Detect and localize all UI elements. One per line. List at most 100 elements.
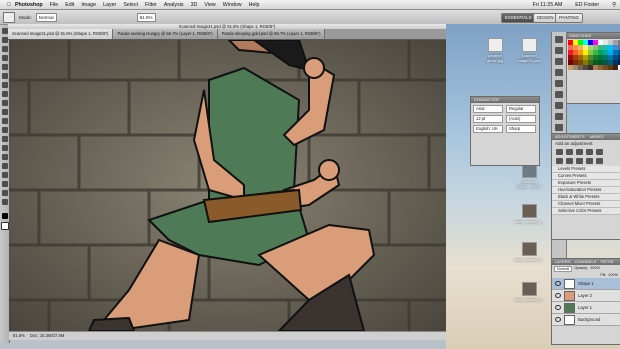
history-brush-tool-icon[interactable] bbox=[1, 109, 8, 115]
brightness-icon[interactable] bbox=[556, 149, 563, 155]
brushes-icon[interactable] bbox=[555, 91, 563, 98]
blend-mode-select[interactable]: Normal bbox=[554, 266, 573, 272]
color-icon[interactable] bbox=[555, 58, 563, 65]
menu-window[interactable]: Window bbox=[223, 2, 242, 8]
preset-item[interactable]: Hue/Saturation Presets bbox=[552, 187, 620, 194]
tab-channels[interactable]: CHANNELS bbox=[575, 259, 597, 264]
layer-row[interactable]: Layer 2 bbox=[552, 290, 620, 302]
tab-layers[interactable]: LAYERS bbox=[555, 259, 571, 264]
desktop-icon[interactable]: crime_scene_4... bbox=[514, 204, 544, 224]
stamp-tool-icon[interactable] bbox=[1, 100, 8, 106]
layer-row[interactable]: Layer 1 bbox=[552, 302, 620, 314]
hue-saturation-icon[interactable] bbox=[556, 158, 563, 164]
preset-item[interactable]: Curves Presets bbox=[552, 173, 620, 180]
foreground-color-icon[interactable] bbox=[1, 213, 8, 219]
preset-item[interactable]: Channel Mixer Presets bbox=[552, 201, 620, 208]
type-tool-icon[interactable] bbox=[1, 163, 8, 169]
crop-tool-icon[interactable] bbox=[1, 64, 8, 70]
menu-view[interactable]: View bbox=[204, 2, 215, 8]
brush-tool-icon[interactable] bbox=[1, 91, 8, 97]
eyedropper-tool-icon[interactable] bbox=[1, 73, 8, 79]
curves-icon[interactable] bbox=[576, 149, 583, 155]
workspace-essentials-button[interactable]: ESSENTIALS bbox=[501, 13, 536, 23]
spotlight-icon[interactable]: ⚲ bbox=[612, 2, 616, 8]
healing-tool-icon[interactable] bbox=[1, 82, 8, 88]
tab-panda-hungry[interactable]: Panda seeking Hungry @ 66.7% (Layer 1, R… bbox=[113, 29, 218, 39]
desktop-icon[interactable]: Photo on 2013-... 09:17 bbox=[514, 164, 544, 189]
tool-preset-icon[interactable] bbox=[3, 11, 15, 23]
eraser-tool-icon[interactable] bbox=[1, 118, 8, 124]
photo-filter-icon[interactable] bbox=[586, 158, 593, 164]
swatches-tab[interactable]: SWATCHES bbox=[566, 33, 620, 39]
clock[interactable]: Fri 11:25 AM bbox=[533, 2, 563, 8]
lasso-tool-icon[interactable] bbox=[1, 46, 8, 52]
user-name[interactable]: ED Foster bbox=[575, 2, 599, 8]
path-select-tool-icon[interactable] bbox=[1, 172, 8, 178]
paragraph-icon[interactable] bbox=[555, 124, 563, 131]
swatches-icon[interactable] bbox=[555, 69, 563, 76]
preset-item[interactable]: Black & White Presets bbox=[552, 194, 620, 201]
visibility-eye-icon[interactable] bbox=[555, 293, 561, 298]
menu-edit[interactable]: Edit bbox=[65, 2, 74, 8]
desktop-icon[interactable]: crime_scene_4... bbox=[514, 282, 544, 302]
preset-item[interactable]: Exposure Presets bbox=[552, 180, 620, 187]
visibility-eye-icon[interactable] bbox=[555, 281, 561, 286]
menu-image[interactable]: Image bbox=[81, 2, 96, 8]
styles-icon[interactable] bbox=[555, 80, 563, 87]
workspace-design-button[interactable]: DESIGN bbox=[533, 13, 558, 23]
language-select[interactable]: English: UK bbox=[473, 125, 503, 133]
mode-select[interactable]: Normal bbox=[35, 12, 57, 22]
levels-icon[interactable] bbox=[566, 149, 573, 155]
font-family-select[interactable]: Arial bbox=[473, 105, 503, 113]
pen-tool-icon[interactable] bbox=[1, 154, 8, 160]
leading-field[interactable]: (Auto) bbox=[506, 115, 536, 123]
vibrance-icon[interactable] bbox=[596, 149, 603, 155]
menu-analysis[interactable]: Analysis bbox=[164, 2, 184, 8]
antialias-select[interactable]: Sharp bbox=[506, 125, 536, 133]
font-size-field[interactable]: 12 pt bbox=[473, 115, 503, 123]
visibility-eye-icon[interactable] bbox=[555, 317, 561, 322]
font-style-select[interactable]: Regular bbox=[506, 105, 536, 113]
tab-panda-sleeping[interactable]: Panda sleeping gold.psd @ 66.7% (Layer 1… bbox=[217, 29, 326, 39]
desktop-icon[interactable]: crime_scene_4... bbox=[514, 242, 544, 262]
menu-file[interactable]: File bbox=[50, 2, 59, 8]
color-balance-icon[interactable] bbox=[566, 158, 573, 164]
marquee-tool-icon[interactable] bbox=[1, 37, 8, 43]
document-canvas[interactable] bbox=[9, 40, 446, 331]
preset-item[interactable]: Selective Color Presets bbox=[552, 208, 620, 215]
tab-masks[interactable]: MASKS bbox=[590, 134, 604, 139]
character-tab[interactable]: CHARACTER bbox=[471, 97, 539, 103]
menu-3d[interactable]: 3D bbox=[191, 2, 198, 8]
gradient-tool-icon[interactable] bbox=[1, 127, 8, 133]
menu-select[interactable]: Select bbox=[123, 2, 138, 8]
preset-item[interactable]: Levels Presets bbox=[552, 166, 620, 173]
app-menu[interactable]: Photoshop bbox=[15, 2, 43, 8]
history-icon[interactable] bbox=[555, 36, 563, 43]
status-zoom[interactable]: 81.6% bbox=[13, 333, 25, 338]
shape-tool-icon[interactable] bbox=[1, 181, 8, 187]
tab-paths[interactable]: PATHS bbox=[601, 259, 614, 264]
background-color-icon[interactable] bbox=[0, 222, 9, 230]
visibility-eye-icon[interactable] bbox=[555, 305, 561, 310]
desktop-icon[interactable]: panther ghost.jpg bbox=[480, 38, 510, 63]
apple-icon[interactable]:  bbox=[7, 2, 11, 8]
hand-tool-icon[interactable] bbox=[1, 190, 8, 196]
menu-filter[interactable]: Filter bbox=[145, 2, 157, 8]
black-white-icon[interactable] bbox=[576, 158, 583, 164]
menu-layer[interactable]: Layer bbox=[103, 2, 116, 8]
tab-adjustments[interactable]: ADJUSTMENTS bbox=[555, 134, 585, 139]
move-tool-icon[interactable] bbox=[1, 28, 8, 34]
actions-icon[interactable] bbox=[555, 47, 563, 54]
zoom-tool-icon[interactable] bbox=[1, 199, 8, 205]
clone-source-icon[interactable] bbox=[555, 102, 563, 109]
opacity-field[interactable]: 100% bbox=[590, 266, 600, 272]
blur-tool-icon[interactable] bbox=[1, 136, 8, 142]
quick-select-tool-icon[interactable] bbox=[1, 55, 8, 61]
zoom-field[interactable]: 81.6% bbox=[136, 12, 156, 22]
channel-mixer-icon[interactable] bbox=[596, 158, 603, 164]
fill-field[interactable]: 100% bbox=[608, 273, 618, 277]
dodge-tool-icon[interactable] bbox=[1, 145, 8, 151]
desktop-icon[interactable]: Scanned Image21.psd bbox=[514, 38, 544, 63]
tab-scanned-image21[interactable]: Scanned Image21.psd @ 81.6% (Shape 1, RG… bbox=[8, 29, 114, 39]
layer-row[interactable]: Background bbox=[552, 314, 620, 326]
